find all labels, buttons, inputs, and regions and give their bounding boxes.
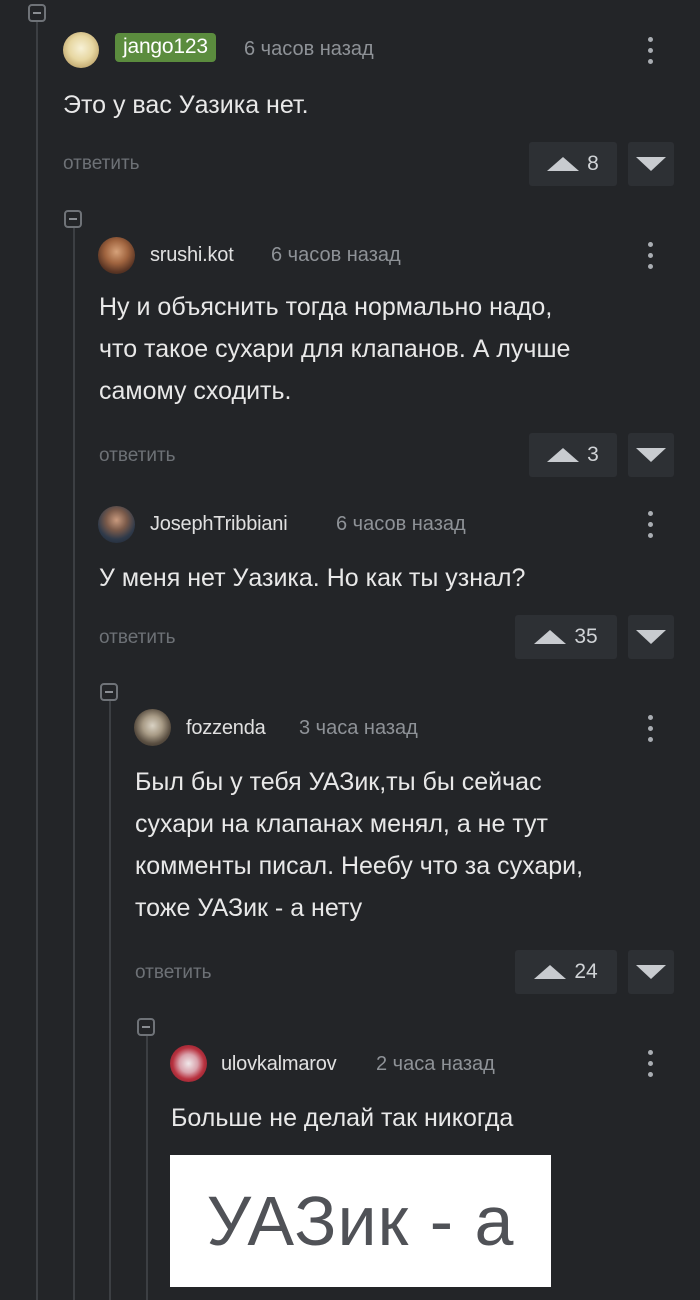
thread-line-level-0: [36, 20, 38, 1300]
comment-text: Это у вас Уазика нет.: [63, 91, 309, 119]
upvote-button[interactable]: 3: [529, 433, 617, 477]
username[interactable]: ulovkalmarov: [221, 1053, 337, 1076]
more-options-icon[interactable]: [648, 1050, 654, 1083]
thread-line-level-2: [109, 700, 111, 1300]
comment-time: 6 часов назад: [271, 244, 401, 266]
triangle-down-icon: [636, 630, 666, 644]
thread-line-level-3: [146, 1035, 148, 1300]
collapse-icon[interactable]: [137, 1018, 155, 1036]
comment-time: 2 часа назад: [376, 1053, 495, 1075]
reply-button[interactable]: ответить: [135, 962, 212, 984]
avatar[interactable]: [63, 32, 99, 68]
avatar[interactable]: [98, 506, 135, 543]
upvote-button[interactable]: 8: [529, 142, 617, 186]
downvote-button[interactable]: [628, 615, 674, 659]
comment-image[interactable]: УАЗик - а: [170, 1155, 551, 1287]
comment-text: Был бы у тебя УАЗик,ты бы сейчас сухари …: [135, 768, 584, 922]
comment-time: 3 часа назад: [299, 717, 418, 739]
triangle-up-icon: [534, 965, 567, 979]
triangle-down-icon: [636, 448, 666, 462]
triangle-up-icon: [547, 448, 580, 462]
more-options-icon[interactable]: [648, 511, 654, 544]
downvote-button[interactable]: [628, 142, 674, 186]
collapse-icon[interactable]: [28, 4, 46, 22]
downvote-button[interactable]: [628, 433, 674, 477]
reply-button[interactable]: ответить: [99, 445, 176, 467]
comment-text: У меня нет Уазика. Но как ты узнал?: [99, 564, 526, 592]
thread-line-level-1: [73, 228, 75, 1300]
username[interactable]: JosephTribbiani: [150, 513, 288, 536]
comment-time: 6 часов назад: [336, 513, 466, 535]
upvote-button[interactable]: 24: [515, 950, 617, 994]
vote-count: 8: [587, 152, 599, 175]
downvote-button[interactable]: [628, 950, 674, 994]
triangle-up-icon: [547, 157, 580, 171]
collapse-icon[interactable]: [64, 210, 82, 228]
username[interactable]: fozzenda: [186, 717, 266, 740]
triangle-down-icon: [636, 157, 666, 171]
username[interactable]: srushi.kot: [150, 244, 234, 267]
avatar[interactable]: [170, 1045, 207, 1082]
username-badge[interactable]: jango123: [115, 33, 216, 62]
vote-count: 24: [574, 960, 598, 983]
comment-time: 6 часов назад: [244, 38, 374, 60]
avatar[interactable]: [134, 709, 171, 746]
comment-text: Больше не делай так никогда: [171, 1104, 514, 1132]
upvote-button[interactable]: 35: [515, 615, 617, 659]
image-caption: УАЗик - а: [206, 1182, 515, 1260]
reply-button[interactable]: ответить: [99, 627, 176, 649]
triangle-down-icon: [636, 965, 666, 979]
collapse-icon[interactable]: [100, 683, 118, 701]
vote-count: 3: [587, 443, 599, 466]
comment-text: Ну и объяснить тогда нормально надо, что…: [99, 293, 571, 405]
more-options-icon[interactable]: [648, 37, 654, 70]
vote-count: 35: [574, 625, 598, 648]
more-options-icon[interactable]: [648, 242, 654, 275]
reply-button[interactable]: ответить: [63, 153, 140, 175]
triangle-up-icon: [534, 630, 567, 644]
more-options-icon[interactable]: [648, 715, 654, 748]
avatar[interactable]: [98, 237, 135, 274]
